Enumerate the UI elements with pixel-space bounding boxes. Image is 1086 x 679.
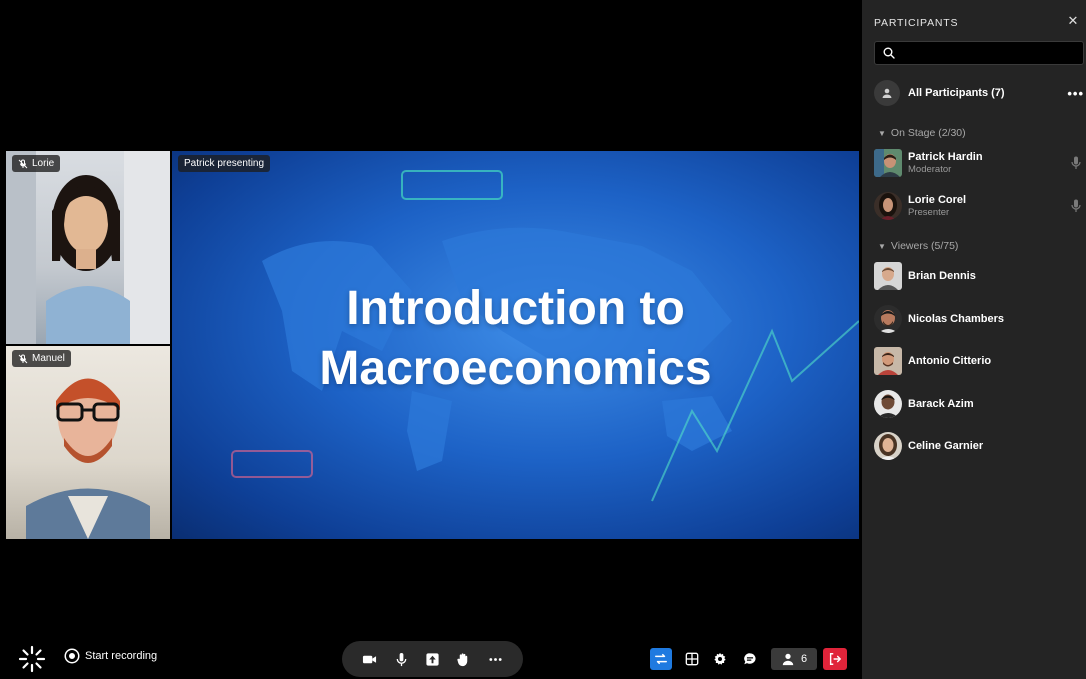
camera-icon bbox=[363, 655, 377, 663]
video-tile-manuel[interactable]: Manuel bbox=[6, 346, 170, 539]
grid-icon bbox=[685, 652, 699, 666]
slide-title-line-2: Macroeconomics bbox=[319, 342, 712, 395]
chat-icon bbox=[744, 653, 756, 665]
gear-icon bbox=[714, 652, 726, 665]
chevron-down-icon: ▼ bbox=[878, 128, 886, 138]
mic-muted-icon bbox=[18, 353, 28, 363]
participant-name: Barack Azim bbox=[908, 397, 974, 410]
participant-info: Celine Garnier bbox=[908, 440, 1084, 453]
participant-row[interactable]: Celine Garnier bbox=[874, 432, 1084, 460]
search-input[interactable] bbox=[895, 47, 1083, 59]
avatar bbox=[874, 192, 902, 220]
tile-name: Lorie bbox=[32, 158, 55, 169]
avatar bbox=[874, 149, 902, 177]
all-participants-label: All Participants (7) bbox=[908, 87, 1005, 99]
participant-name: Antonio Citterio bbox=[908, 354, 992, 367]
camera-button[interactable] bbox=[359, 648, 381, 670]
participant-row[interactable]: Nicolas Chambers bbox=[874, 305, 1084, 333]
lorie-video bbox=[6, 151, 170, 344]
participant-row[interactable]: Brian Dennis bbox=[874, 262, 1084, 290]
participant-search[interactable] bbox=[874, 41, 1084, 65]
avatar bbox=[874, 262, 902, 290]
participant-info: Patrick Hardin Moderator bbox=[908, 151, 1070, 176]
participant-role: Presenter bbox=[908, 206, 950, 218]
slide-title-line-1: Introduction to bbox=[346, 282, 685, 335]
avatar bbox=[874, 347, 902, 375]
share-screen-button[interactable] bbox=[421, 648, 443, 670]
switch-view-button[interactable] bbox=[650, 648, 672, 670]
raise-hand-button[interactable] bbox=[453, 648, 475, 670]
participant-name: Nicolas Chambers bbox=[908, 312, 1004, 325]
participant-name: Celine Garnier bbox=[908, 439, 984, 452]
slide-title: Introduction to Macroeconomics bbox=[172, 279, 859, 399]
more-icon bbox=[489, 657, 502, 661]
viewers-section-toggle[interactable]: ▼ Viewers (5/75) bbox=[878, 240, 958, 252]
settings-button[interactable] bbox=[711, 648, 729, 670]
viewers-label: Viewers (5/75) bbox=[890, 240, 959, 252]
more-options-button[interactable] bbox=[484, 648, 506, 670]
avatar bbox=[874, 432, 902, 460]
chat-button[interactable] bbox=[741, 648, 759, 670]
participant-info: Antonio Citterio bbox=[908, 355, 1084, 368]
presenting-label: Patrick presenting bbox=[178, 155, 271, 172]
panel-title: PARTICIPANTS bbox=[874, 17, 959, 29]
switch-view-icon bbox=[655, 653, 667, 665]
on-stage-label: On Stage (2/30) bbox=[890, 127, 966, 139]
record-icon bbox=[66, 650, 78, 662]
tile-label-manuel: Manuel bbox=[12, 350, 71, 367]
leave-button[interactable] bbox=[823, 648, 847, 670]
tile-label-lorie: Lorie bbox=[12, 155, 61, 172]
share-screen-icon bbox=[426, 652, 439, 666]
participant-row[interactable]: Barack Azim bbox=[874, 390, 1084, 418]
people-icon bbox=[782, 653, 794, 666]
participant-role: Moderator bbox=[908, 163, 952, 175]
tile-name: Manuel bbox=[32, 353, 65, 364]
participant-info: Lorie Corel Presenter bbox=[908, 194, 1070, 219]
avatar bbox=[874, 305, 902, 333]
group-avatar bbox=[874, 80, 900, 106]
on-stage-section-toggle[interactable]: ▼ On Stage (2/30) bbox=[878, 127, 966, 139]
all-participants-row[interactable]: All Participants (7) ••• bbox=[874, 80, 1084, 106]
raise-hand-icon bbox=[457, 652, 468, 666]
participant-name: Patrick Hardin bbox=[908, 150, 983, 163]
start-recording-button[interactable]: Start recording bbox=[66, 650, 157, 662]
participant-info: Barack Azim bbox=[908, 398, 1084, 411]
participants-button[interactable]: 6 bbox=[771, 648, 817, 670]
participants-count: 6 bbox=[800, 653, 808, 665]
close-icon: ✕ bbox=[1067, 13, 1079, 28]
video-tile-lorie[interactable]: Lorie bbox=[6, 151, 170, 344]
participant-row[interactable]: Patrick Hardin Moderator bbox=[874, 149, 1084, 177]
chevron-down-icon: ▼ bbox=[878, 241, 886, 251]
participants-panel: PARTICIPANTS ✕ All Participants (7) ••• … bbox=[862, 0, 1086, 679]
start-recording-label: Start recording bbox=[85, 650, 158, 662]
participant-row[interactable]: Antonio Citterio bbox=[874, 347, 1084, 375]
participant-row[interactable]: Lorie Corel Presenter bbox=[874, 192, 1084, 220]
participant-info: Nicolas Chambers bbox=[908, 313, 1084, 326]
video-stage: Lorie Manuel Introduction to Macroeconom… bbox=[0, 0, 862, 679]
search-icon bbox=[883, 47, 895, 59]
presentation-tile[interactable]: Introduction to Macroeconomics Patrick p… bbox=[172, 151, 859, 539]
participant-info: Brian Dennis bbox=[908, 270, 1084, 283]
grid-layout-button[interactable] bbox=[683, 648, 701, 670]
microphone-button[interactable] bbox=[390, 648, 412, 670]
microphone-icon bbox=[396, 652, 406, 666]
presenting-text: Patrick presenting bbox=[184, 158, 265, 169]
microphone-icon bbox=[1070, 199, 1082, 213]
media-controls bbox=[342, 641, 523, 677]
avatar bbox=[874, 390, 902, 418]
app-logo-icon bbox=[18, 645, 46, 673]
microphone-icon bbox=[1070, 156, 1082, 170]
leave-icon bbox=[829, 653, 841, 665]
more-options-icon[interactable]: ••• bbox=[1067, 86, 1084, 101]
participant-name: Brian Dennis bbox=[908, 269, 976, 282]
person-icon bbox=[882, 88, 892, 98]
manuel-video bbox=[26, 378, 150, 539]
participant-name: Lorie Corel bbox=[908, 193, 967, 206]
close-panel-button[interactable]: ✕ bbox=[1066, 14, 1080, 28]
mic-muted-icon bbox=[18, 158, 28, 168]
